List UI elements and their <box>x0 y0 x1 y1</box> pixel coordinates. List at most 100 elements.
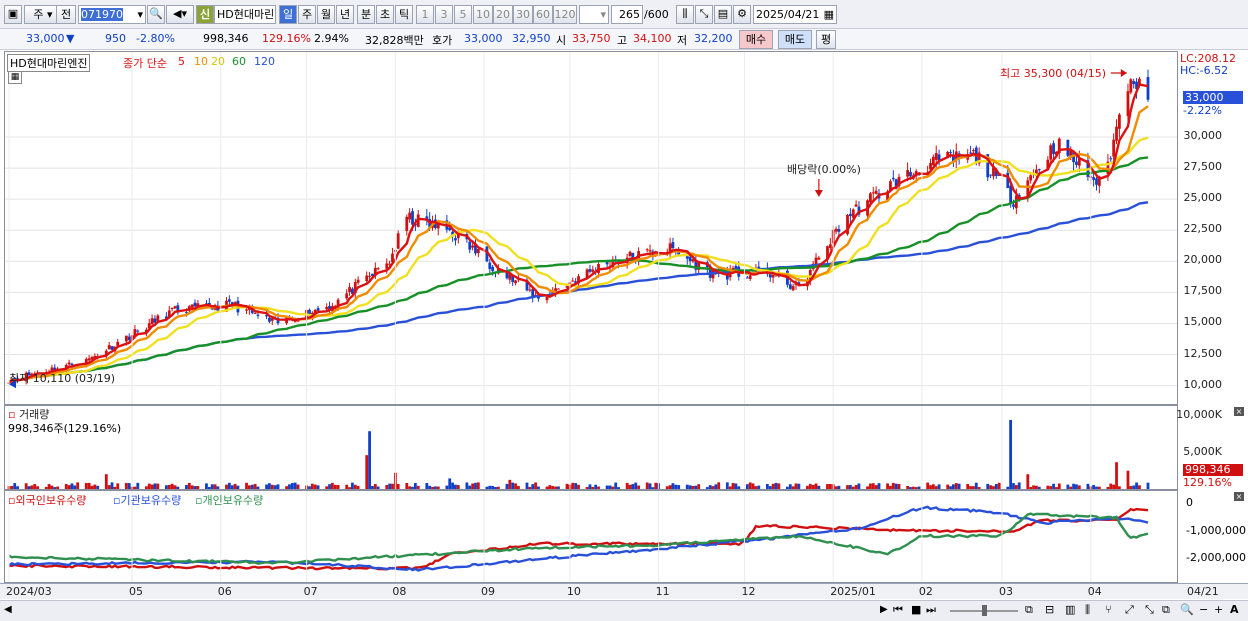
zoom-slider-handle[interactable] <box>982 605 987 616</box>
window-menu-icon[interactable]: ▣ <box>4 5 22 24</box>
interval-5-button[interactable]: 5 <box>454 5 472 24</box>
prev-button[interactable]: 전 <box>56 5 76 24</box>
gear-icon[interactable]: ⚙ <box>733 5 751 24</box>
volume-bar <box>992 486 995 489</box>
zoom-icon[interactable]: 🔍 <box>1180 603 1194 616</box>
candle <box>173 306 177 309</box>
volume-panel[interactable]: ▫ 거래량 998,346주(129.16%) <box>4 405 1178 490</box>
candle <box>834 228 838 232</box>
volume-bar <box>745 484 749 489</box>
volume-bar <box>33 484 37 489</box>
close-icon[interactable]: × <box>1234 492 1244 501</box>
volume-bar <box>336 485 340 489</box>
price-change-rate: -2.80% <box>136 32 175 45</box>
stop-icon[interactable]: ■ <box>911 603 921 616</box>
sell-button[interactable]: 매도 <box>778 30 812 49</box>
count-input[interactable]: 265 <box>611 5 643 24</box>
candle-type-icon[interactable]: ⫼ <box>676 5 694 24</box>
candle <box>972 150 975 152</box>
table-icon[interactable]: ▥ <box>1065 603 1075 616</box>
holding-panel[interactable]: ▫외국인보유수량 ▫기관보유수량 ▫개인보유수량 <box>4 490 1178 583</box>
interval-60-button[interactable]: 60 <box>533 5 553 24</box>
period-day-button[interactable]: 일 <box>279 5 297 24</box>
stock-code-input[interactable]: 071970 ▾ <box>78 5 146 24</box>
volume-bar <box>1095 486 1098 489</box>
zoom-in-icon[interactable]: + <box>1214 603 1223 616</box>
legend-individual: ▫개인보유수량 <box>195 494 264 507</box>
period-second-button[interactable]: 초 <box>376 5 394 24</box>
interval-30-button[interactable]: 30 <box>513 5 533 24</box>
candle <box>1095 178 1098 185</box>
candle <box>107 345 111 350</box>
close-icon[interactable]: × <box>1234 407 1244 416</box>
volume-bar <box>731 483 735 489</box>
volume-bar <box>931 484 935 489</box>
candle <box>528 289 532 291</box>
buy-button[interactable]: 매수 <box>739 30 773 49</box>
candle <box>514 280 517 284</box>
period-tick-button[interactable]: 틱 <box>395 5 413 24</box>
date-input[interactable]: 2025/04/21 ▦ <box>753 5 837 24</box>
interval-10-button[interactable]: 10 <box>473 5 493 24</box>
save-icon[interactable]: ▤ <box>714 5 732 24</box>
volume-bar <box>734 483 738 489</box>
interval-3-button[interactable]: 3 <box>435 5 453 24</box>
period-week-button[interactable]: 주 <box>298 5 316 24</box>
interval-120-button[interactable]: 120 <box>553 5 577 24</box>
low-price: 32,200 <box>694 32 733 45</box>
expand-icon[interactable]: ⤢ <box>1125 603 1134 617</box>
legend-stock-name: HD현대마린엔진 <box>7 54 91 72</box>
first-page-icon[interactable]: ⏮ <box>893 603 903 617</box>
split-icon[interactable]: ⊟ <box>1045 603 1054 616</box>
volume-bar <box>748 482 752 489</box>
candle <box>1049 145 1053 160</box>
volume-current: 998,346주(129.16%) <box>8 422 122 435</box>
font-size-icon[interactable]: A <box>1230 603 1239 616</box>
calendar-icon[interactable]: ▦ <box>824 6 834 23</box>
volume-bar <box>1017 482 1021 489</box>
volume-bar <box>957 483 961 489</box>
volume-bar <box>631 484 635 489</box>
price-panel[interactable]: HD현대마린엔진 종가 단순 5 10 20 60 120 ▦ 최고 35,30… <box>4 51 1178 405</box>
speaker-icon[interactable]: ◀▾ <box>166 5 194 24</box>
fork-icon[interactable]: ⑂ <box>1105 603 1112 616</box>
measure-icon[interactable]: ⤡ <box>1145 603 1154 617</box>
volume-bar <box>425 483 429 489</box>
candle <box>316 308 320 311</box>
volume-bar <box>926 482 930 489</box>
legend-ma120: 120 <box>254 55 275 68</box>
last-page-icon[interactable]: ⏭ <box>926 603 936 617</box>
volume-bar <box>1138 485 1141 489</box>
candle <box>124 335 128 342</box>
volume-bar <box>290 483 294 489</box>
candle <box>891 177 895 180</box>
grid-toggle-icon[interactable]: ▦ <box>8 71 22 84</box>
volume-bar <box>408 486 412 489</box>
volume-bar <box>574 483 578 489</box>
zoom-out-icon[interactable]: − <box>1199 603 1208 616</box>
candle <box>227 299 231 302</box>
scroll-right-icon[interactable]: ▶ <box>880 604 888 615</box>
copy-icon[interactable]: ⧉ <box>1162 603 1170 617</box>
custom-interval-select[interactable]: ▾ <box>579 5 609 24</box>
period-month-button[interactable]: 월 <box>317 5 335 24</box>
volume-bar <box>754 486 758 489</box>
volume-bar <box>694 485 698 489</box>
interval-20-button[interactable]: 20 <box>493 5 513 24</box>
candle <box>645 249 649 251</box>
candle <box>1109 158 1113 160</box>
volume-bar <box>986 483 990 489</box>
volume-bar <box>84 482 88 489</box>
volume-bar <box>708 485 712 489</box>
period-minute-button[interactable]: 분 <box>357 5 375 24</box>
candle <box>1115 126 1118 141</box>
scroll-left-icon[interactable]: ◀ <box>4 604 12 615</box>
volume-bar <box>445 485 449 489</box>
period-year-button[interactable]: 년 <box>336 5 354 24</box>
search-icon[interactable]: 🔍 <box>147 5 165 24</box>
valuation-button[interactable]: 평 <box>816 30 836 49</box>
crosshair-icon[interactable]: ⤡ <box>695 5 713 24</box>
bar-icon[interactable]: ⫼ <box>1085 603 1090 617</box>
interval-1-button[interactable]: 1 <box>416 5 434 24</box>
layout-icon[interactable]: ⧉ <box>1025 603 1033 617</box>
